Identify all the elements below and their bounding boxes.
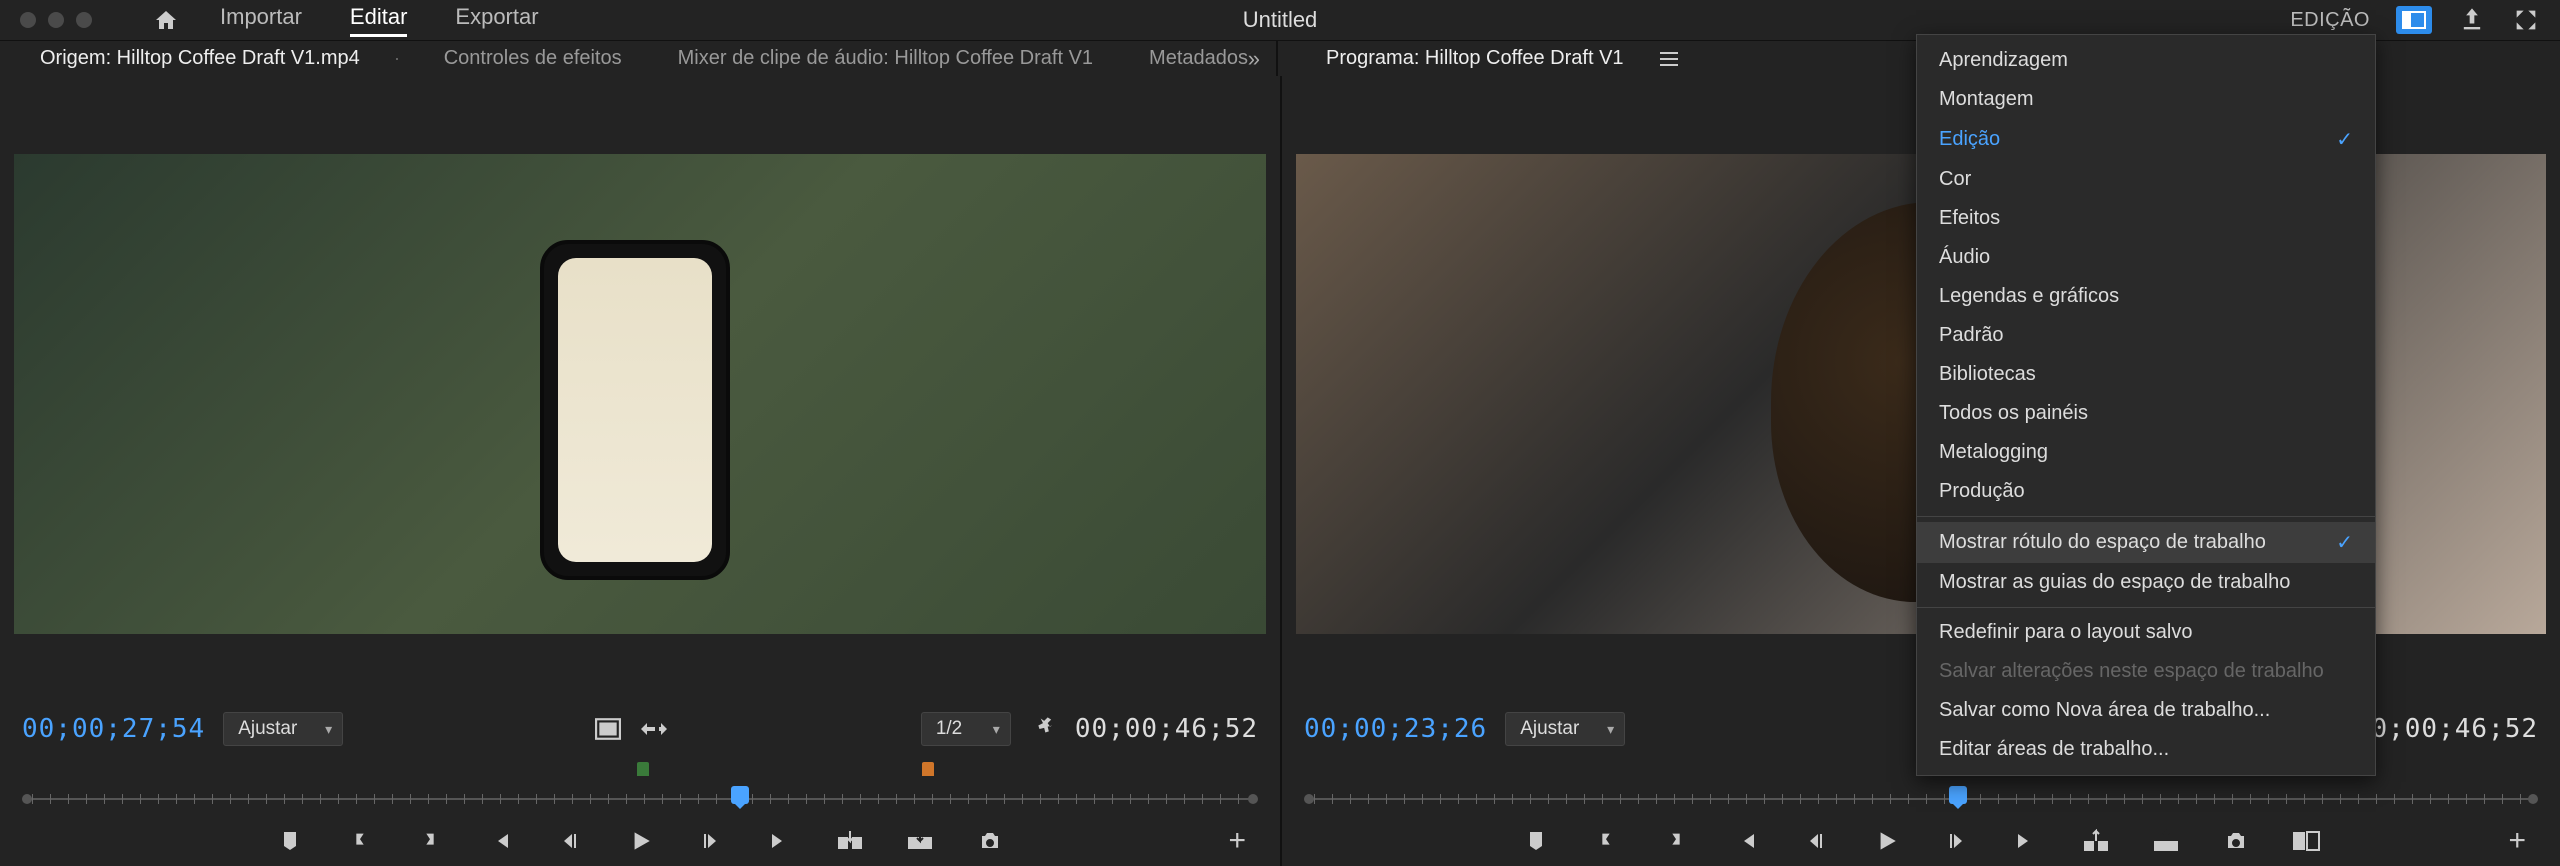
tab-program[interactable]: Programa: Hilltop Coffee Draft V1 <box>1298 47 1652 70</box>
menu-item-save-changes: Salvar alterações neste espaço de trabal… <box>1917 652 2375 691</box>
play-button[interactable] <box>625 826 655 856</box>
goto-in-button[interactable] <box>1731 826 1761 856</box>
menu-item-save-as[interactable]: Salvar como Nova área de trabalho... <box>1917 691 2375 730</box>
source-current-timecode[interactable]: 00;00;27;54 <box>22 714 205 744</box>
tab-source[interactable]: Origem: Hilltop Coffee Draft V1.mp4 <box>12 47 388 70</box>
workspace-menu: Aprendizagem Montagem Edição✓ Cor Efeito… <box>1916 34 2376 776</box>
mark-in-button[interactable] <box>345 826 375 856</box>
zoom-dot[interactable] <box>76 12 92 28</box>
menu-item-show-label[interactable]: Mostrar rótulo do espaço de trabalho✓ <box>1917 522 2375 563</box>
workspace-label[interactable]: EDIÇÃO <box>2290 9 2370 32</box>
check-icon: ✓ <box>2336 127 2353 152</box>
nav-export[interactable]: Exportar <box>455 4 538 37</box>
source-preview-image <box>14 154 1266 634</box>
fullscreen-icon[interactable] <box>2512 6 2540 34</box>
source-playhead[interactable] <box>731 786 749 804</box>
menu-separator <box>1917 516 2375 517</box>
settings-icon[interactable] <box>1029 715 1057 743</box>
check-icon: ✓ <box>2336 530 2353 555</box>
source-duration-timecode: 00;00;46;52 <box>1075 714 1258 744</box>
source-scrubber[interactable] <box>18 782 1262 816</box>
menu-item-assembly[interactable]: Montagem <box>1917 80 2375 119</box>
tab-audio-mixer[interactable]: Mixer de clipe de áudio: Hilltop Coffee … <box>650 47 1121 70</box>
insert-overwrite-toggle-icon[interactable] <box>639 718 669 740</box>
source-resolution-dropdown[interactable]: 1/2 <box>921 712 1011 746</box>
lift-button[interactable] <box>2081 826 2111 856</box>
tab-effect-controls[interactable]: Controles de efeitos <box>416 47 650 70</box>
menu-item-metalogging[interactable]: Metalogging <box>1917 433 2375 472</box>
program-duration-timecode: 00;00;46;52 <box>2355 714 2538 744</box>
program-transport-bar: + <box>1296 816 2546 866</box>
source-controls-row: 00;00;27;54 Ajustar 1/2 00;00;46;52 <box>14 704 1266 754</box>
export-frame-button[interactable] <box>975 826 1005 856</box>
menu-separator <box>1917 607 2375 608</box>
source-marker-bar[interactable] <box>14 762 1266 778</box>
menu-item-default[interactable]: Padrão <box>1917 316 2375 355</box>
main-nav: Importar Editar Exportar <box>220 4 539 37</box>
menu-item-reset[interactable]: Redefinir para o layout salvo <box>1917 613 2375 652</box>
menu-item-editing[interactable]: Edição✓ <box>1917 119 2375 160</box>
workspace-menu-button[interactable] <box>2396 6 2432 34</box>
extract-button[interactable] <box>2151 826 2181 856</box>
add-marker-button[interactable] <box>275 826 305 856</box>
overwrite-button[interactable] <box>905 826 935 856</box>
source-preview-area[interactable] <box>14 84 1266 704</box>
menu-item-libraries[interactable]: Bibliotecas <box>1917 355 2375 394</box>
quick-export-icon[interactable] <box>2458 6 2486 34</box>
source-panel: 00;00;27;54 Ajustar 1/2 00;00;46;52 <box>0 76 1280 866</box>
source-fit-dropdown[interactable]: Ajustar <box>223 712 343 746</box>
menu-item-show-tabs[interactable]: Mostrar as guias do espaço de trabalho <box>1917 563 2375 602</box>
nav-import[interactable]: Importar <box>220 4 302 37</box>
home-icon[interactable] <box>152 8 180 32</box>
mark-out-button[interactable] <box>415 826 445 856</box>
mark-out-button[interactable] <box>1661 826 1691 856</box>
menu-item-captions[interactable]: Legendas e gráficos <box>1917 277 2375 316</box>
nav-edit[interactable]: Editar <box>350 4 407 37</box>
step-back-button[interactable] <box>555 826 585 856</box>
menu-item-learning[interactable]: Aprendizagem <box>1917 41 2375 80</box>
close-dot[interactable] <box>20 12 36 28</box>
select-playback-resolution-icon[interactable] <box>595 718 621 740</box>
program-current-timecode[interactable]: 00;00;23;26 <box>1304 714 1487 744</box>
goto-out-button[interactable] <box>765 826 795 856</box>
goto-out-button[interactable] <box>2011 826 2041 856</box>
menu-item-color[interactable]: Cor <box>1917 160 2375 199</box>
program-fit-dropdown[interactable]: Ajustar <box>1505 712 1625 746</box>
tabs-overflow-icon[interactable]: » <box>1248 46 1260 72</box>
window-controls[interactable] <box>20 12 92 28</box>
program-scrubber[interactable] <box>1300 782 2542 816</box>
button-editor-icon[interactable]: + <box>1228 824 1246 858</box>
menu-item-effects[interactable]: Efeitos <box>1917 199 2375 238</box>
minimize-dot[interactable] <box>48 12 64 28</box>
document-title: Untitled <box>1243 7 1318 33</box>
step-forward-button[interactable] <box>695 826 725 856</box>
menu-item-all-panels[interactable]: Todos os painéis <box>1917 394 2375 433</box>
in-point-marker[interactable] <box>637 762 649 776</box>
source-transport-bar: + <box>14 816 1266 866</box>
step-forward-button[interactable] <box>1941 826 1971 856</box>
step-back-button[interactable] <box>1801 826 1831 856</box>
insert-button[interactable] <box>835 826 865 856</box>
add-marker-button[interactable] <box>1521 826 1551 856</box>
menu-item-production[interactable]: Produção <box>1917 472 2375 511</box>
source-panel-tabs: Origem: Hilltop Coffee Draft V1.mp4 Cont… <box>0 41 1276 76</box>
goto-in-button[interactable] <box>485 826 515 856</box>
menu-item-edit-workspaces[interactable]: Editar áreas de trabalho... <box>1917 730 2375 769</box>
panel-menu-icon[interactable] <box>1660 52 1678 66</box>
menu-item-audio[interactable]: Áudio <box>1917 238 2375 277</box>
button-editor-icon[interactable]: + <box>2508 824 2526 858</box>
out-point-marker[interactable] <box>922 762 934 776</box>
program-playhead[interactable] <box>1949 786 1967 804</box>
comparison-view-button[interactable] <box>2291 826 2321 856</box>
play-button[interactable] <box>1871 826 1901 856</box>
export-frame-button[interactable] <box>2221 826 2251 856</box>
mark-in-button[interactable] <box>1591 826 1621 856</box>
panel-menu-icon[interactable] <box>396 52 398 66</box>
